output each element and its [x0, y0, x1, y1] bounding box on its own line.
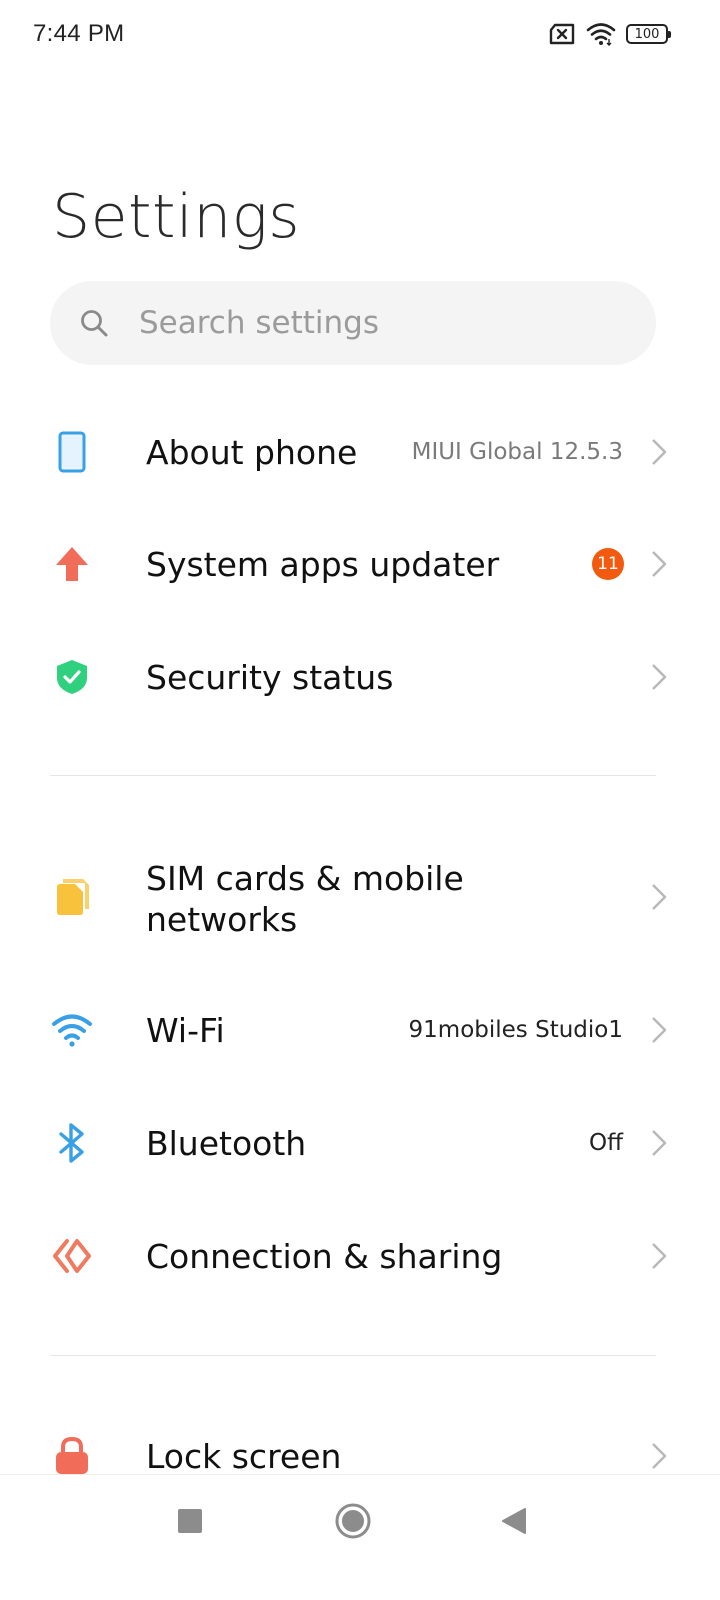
battery-icon: 100 [626, 24, 671, 44]
settings-item-label: Security status [146, 657, 394, 697]
navigation-bar [0, 1474, 720, 1600]
chevron-right-icon [652, 439, 667, 465]
notification-badge: 11 [592, 548, 624, 580]
section-divider [50, 1355, 656, 1356]
settings-item-bluetooth[interactable]: Bluetooth Off [0, 1099, 720, 1187]
status-icons: 100 [548, 22, 671, 46]
search-icon [81, 310, 108, 337]
settings-item-label-line1: SIM cards & mobile [146, 859, 464, 898]
no-sim-icon [548, 23, 576, 45]
settings-item-about-phone[interactable]: About phone MIUI Global 12.5.3 [0, 408, 720, 496]
chevron-right-icon [652, 884, 667, 910]
chevron-right-icon [652, 664, 667, 690]
settings-item-value: 91mobiles Studio1 [408, 1017, 623, 1043]
lock-icon [50, 1434, 94, 1478]
square-icon [178, 1509, 202, 1533]
bluetooth-icon [50, 1121, 94, 1165]
chevron-right-icon [652, 1243, 667, 1269]
settings-screen: 7:44 PM 100 Settings Search settings Abo… [0, 0, 720, 1600]
settings-item-label: Wi-Fi [146, 1010, 225, 1050]
circle-icon [335, 1503, 371, 1539]
wifi-icon [50, 1008, 94, 1052]
section-divider [50, 775, 656, 776]
settings-item-system-apps-updater[interactable]: System apps updater 11 [0, 520, 720, 608]
sim-card-icon [50, 875, 94, 919]
settings-item-label: Connection & sharing [146, 1236, 503, 1276]
phone-icon [50, 430, 94, 474]
shield-check-icon [50, 655, 94, 699]
back-triangle-icon [502, 1508, 526, 1534]
settings-item-label: System apps updater [146, 544, 500, 584]
search-input[interactable] [137, 304, 601, 342]
chevron-right-icon [652, 551, 667, 577]
wifi-icon [586, 22, 616, 46]
back-button[interactable] [494, 1501, 534, 1541]
connection-icon [50, 1234, 94, 1278]
page-title: Settings [52, 182, 301, 252]
home-button[interactable] [333, 1501, 373, 1541]
settings-item-value: MIUI Global 12.5.3 [411, 439, 623, 465]
settings-item-label: Lock screen [146, 1436, 342, 1476]
recents-button[interactable] [170, 1501, 210, 1541]
settings-item-label-line2: networks [146, 900, 298, 939]
chevron-right-icon [652, 1443, 667, 1469]
settings-item-label: Bluetooth [146, 1123, 307, 1163]
chevron-right-icon [652, 1130, 667, 1156]
settings-item-security-status[interactable]: Security status [0, 633, 720, 721]
settings-item-sim-cards[interactable]: SIM cards & mobile networks [0, 852, 720, 942]
settings-item-wifi[interactable]: Wi-Fi 91mobiles Studio1 [0, 986, 720, 1074]
status-time: 7:44 PM [33, 20, 125, 47]
status-bar: 7:44 PM 100 [0, 0, 720, 70]
search-bar[interactable] [50, 281, 656, 365]
settings-item-connection-sharing[interactable]: Connection & sharing [0, 1212, 720, 1300]
settings-item-value: Off [589, 1130, 623, 1156]
upload-arrow-icon [50, 542, 94, 586]
settings-item-label: About phone [146, 432, 358, 472]
chevron-right-icon [652, 1017, 667, 1043]
